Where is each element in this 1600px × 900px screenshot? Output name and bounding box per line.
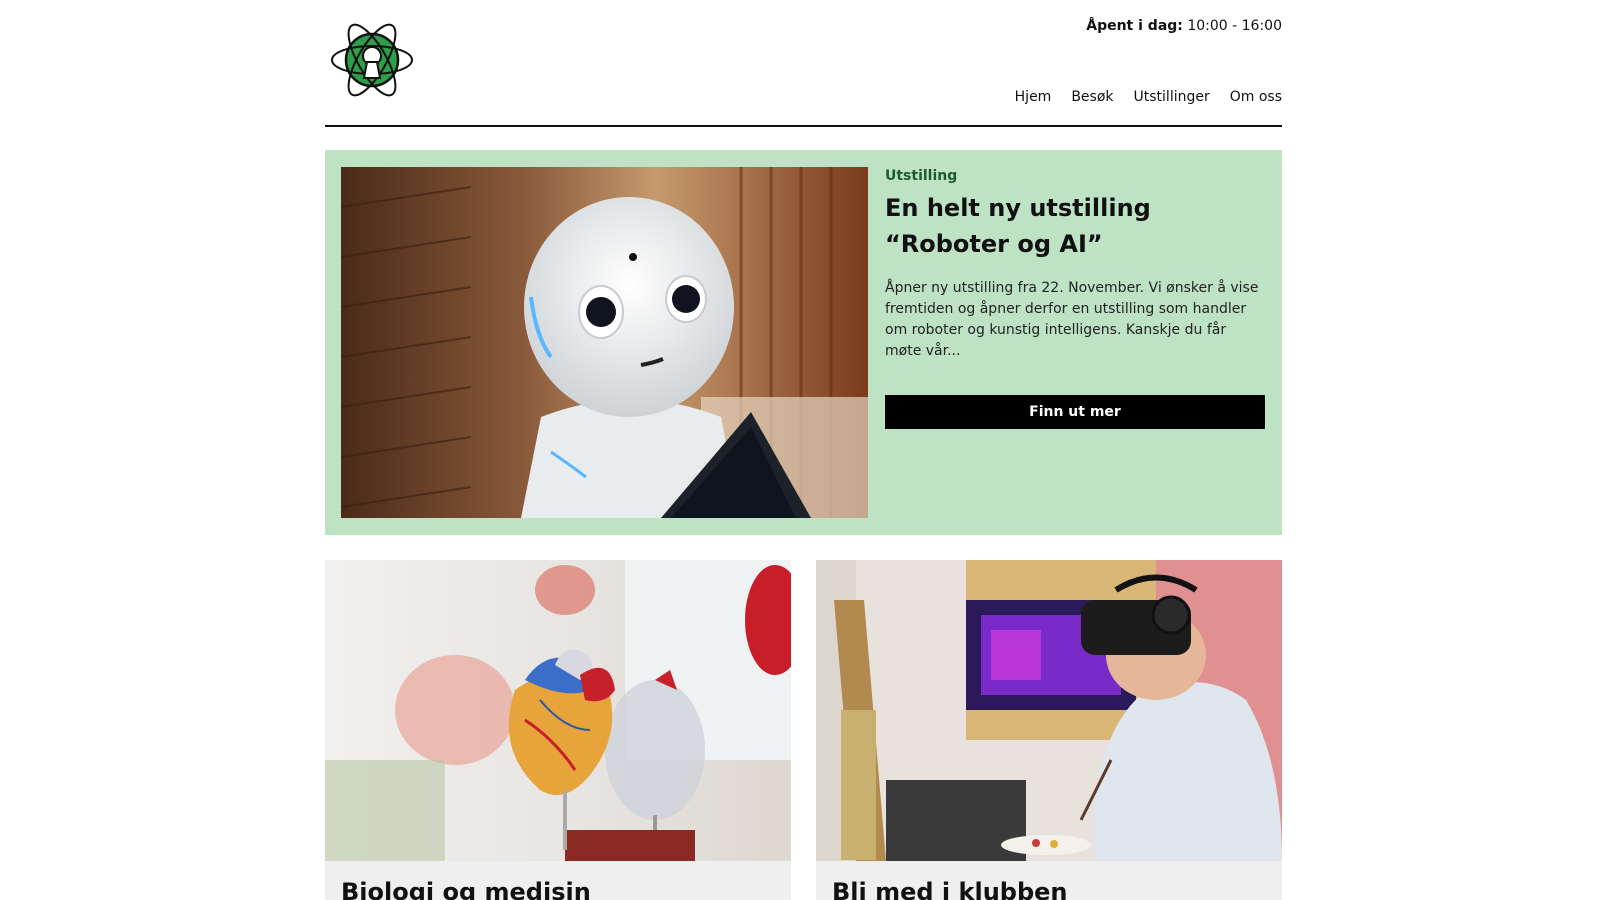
card-join-club[interactable]: Bli med i klubben (816, 560, 1282, 900)
hero-title-line1: En helt ny utstilling (885, 194, 1151, 222)
opening-hours-value: 10:00 - 16:00 (1187, 18, 1282, 34)
heart-model-image (325, 560, 791, 861)
main-nav: Hjem Besøk Utstillinger Om oss (1015, 89, 1282, 105)
atom-logo-icon[interactable] (328, 12, 416, 108)
card-title-biology: Biologi og medisin (341, 878, 591, 900)
opening-hours: Åpent i dag: 10:00 - 16:00 (1086, 18, 1282, 34)
hero-title: En helt ny utstilling “Roboter og AI” (885, 190, 1265, 262)
hero-title-line2: “Roboter og AI” (885, 230, 1103, 258)
hero-eyebrow: Utstilling (885, 168, 958, 184)
nav-item-hjem[interactable]: Hjem (1015, 89, 1052, 105)
vr-painting-image (816, 560, 1282, 861)
nav-item-om-oss[interactable]: Om oss (1230, 89, 1282, 105)
feature-cards: Biologi og medisin Bli med i klubben (325, 560, 1282, 900)
nav-item-utstillinger[interactable]: Utstillinger (1134, 89, 1210, 105)
card-title-club: Bli med i klubben (832, 878, 1068, 900)
find-out-more-button[interactable]: Finn ut mer (885, 395, 1265, 429)
card-biology-medicine[interactable]: Biologi og medisin (325, 560, 791, 900)
robot-image (341, 167, 868, 518)
hero-text: Utstilling En helt ny utstilling “Robote… (885, 168, 1265, 429)
opening-hours-label: Åpent i dag: (1086, 18, 1183, 34)
site-header: Åpent i dag: 10:00 - 16:00 Hjem Besøk Ut… (325, 0, 1282, 127)
hero-description: Åpner ny utstilling fra 22. November. Vi… (885, 280, 1259, 359)
hero-feature: Utstilling En helt ny utstilling “Robote… (325, 150, 1282, 535)
nav-item-besok[interactable]: Besøk (1071, 89, 1113, 105)
page-wrapper: Åpent i dag: 10:00 - 16:00 Hjem Besøk Ut… (325, 0, 1282, 900)
